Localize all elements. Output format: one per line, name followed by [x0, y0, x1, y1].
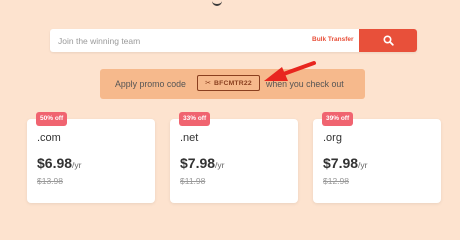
discount-badge: 50% off — [36, 112, 68, 126]
tld-name: .org — [323, 132, 342, 144]
domain-card-net[interactable]: 33% off .net $7.98/yr $11.98 — [170, 112, 298, 203]
price-value: $6.98 — [37, 155, 73, 171]
promo-code-chip[interactable]: ✂ BFCMTR22 — [197, 75, 260, 91]
tld-name: .net — [180, 132, 199, 144]
scissors-icon: ✂ — [205, 79, 211, 87]
domain-card-com[interactable]: 50% off .com $6.98/yr $13.98 — [27, 112, 155, 203]
tld-name: .com — [37, 132, 61, 144]
old-price: $12.98 — [323, 176, 349, 186]
price-value: $7.98 — [180, 155, 216, 171]
bulk-transfer-link[interactable]: Bulk Transfer — [312, 36, 354, 43]
price-unit: /yr — [215, 160, 225, 170]
price-unit: /yr — [358, 160, 368, 170]
search-icon — [382, 35, 394, 46]
discount-badge: 33% off — [179, 112, 211, 126]
red-arrow-annotation — [264, 61, 316, 81]
domain-search-bar: Bulk Transfer — [50, 29, 417, 52]
top-curve-mark — [212, 0, 222, 6]
old-price: $11.98 — [180, 176, 206, 186]
promo-banner: Apply promo code ✂ BFCMTR22 when you che… — [100, 69, 365, 99]
domain-card-org[interactable]: 39% off .org $7.98/yr $12.98 — [313, 112, 441, 203]
search-button[interactable] — [359, 29, 417, 52]
promo-code: BFCMTR22 — [214, 79, 252, 87]
price: $6.98/yr — [37, 155, 82, 173]
promo-text-before: Apply promo code — [115, 79, 186, 89]
discount-badge: 39% off — [322, 112, 354, 126]
old-price: $13.98 — [37, 176, 63, 186]
price-value: $7.98 — [323, 155, 359, 171]
price-unit: /yr — [72, 160, 82, 170]
price: $7.98/yr — [323, 155, 368, 173]
price: $7.98/yr — [180, 155, 225, 173]
search-input[interactable] — [50, 29, 300, 52]
